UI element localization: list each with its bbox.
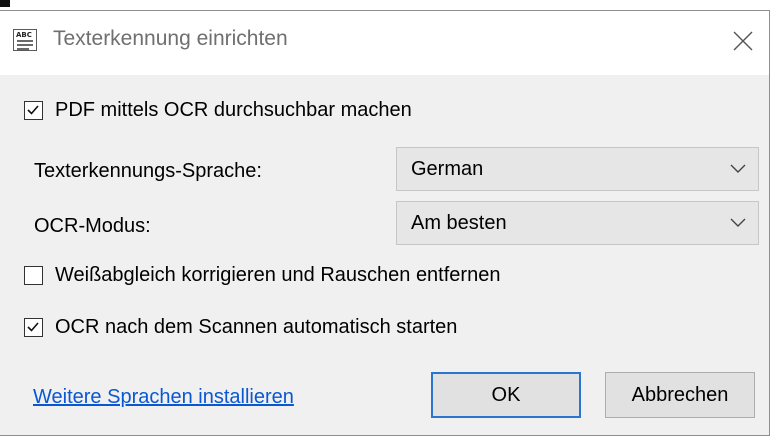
ocr-settings-dialog: ABC Texterkennung einrichten PDF mittels… (0, 10, 770, 436)
auto-start-checkbox[interactable] (24, 317, 43, 337)
ocr-mode-select[interactable]: Am besten (396, 201, 759, 245)
close-button[interactable] (721, 19, 765, 63)
background-strip (0, 0, 772, 10)
title-bar: ABC Texterkennung einrichten (0, 11, 769, 75)
auto-start-option[interactable]: OCR nach dem Scannen automatisch starten (24, 312, 457, 342)
background-fragment (0, 0, 10, 7)
make-searchable-option[interactable]: PDF mittels OCR durchsuchbar machen (24, 95, 412, 125)
language-select[interactable]: German (396, 147, 759, 191)
cancel-button[interactable]: Abbrechen (605, 372, 755, 418)
make-searchable-checkbox[interactable] (24, 100, 43, 120)
ocr-mode-label: OCR-Modus: (34, 215, 151, 237)
chevron-down-icon (730, 218, 746, 227)
language-select-value: German (411, 158, 484, 180)
checkmark-icon (27, 321, 39, 332)
auto-start-label: OCR nach dem Scannen automatisch starten (55, 315, 458, 338)
white-balance-label: Weißabgleich korrigieren und Rauschen en… (55, 263, 501, 286)
dialog-title: Texterkennung einrichten (53, 27, 288, 50)
checkmark-icon (27, 104, 39, 115)
chevron-down-icon (730, 164, 746, 173)
language-label: Texterkennungs-Sprache: (34, 160, 262, 182)
ocr-abc-icon: ABC (13, 29, 37, 51)
ok-button[interactable]: OK (431, 372, 581, 418)
install-languages-link[interactable]: Weitere Sprachen installieren (33, 386, 294, 409)
white-balance-option[interactable]: Weißabgleich korrigieren und Rauschen en… (24, 260, 500, 290)
white-balance-checkbox[interactable] (24, 265, 43, 285)
close-icon (733, 31, 753, 51)
make-searchable-label: PDF mittels OCR durchsuchbar machen (55, 98, 412, 121)
ocr-mode-select-value: Am besten (411, 212, 507, 234)
